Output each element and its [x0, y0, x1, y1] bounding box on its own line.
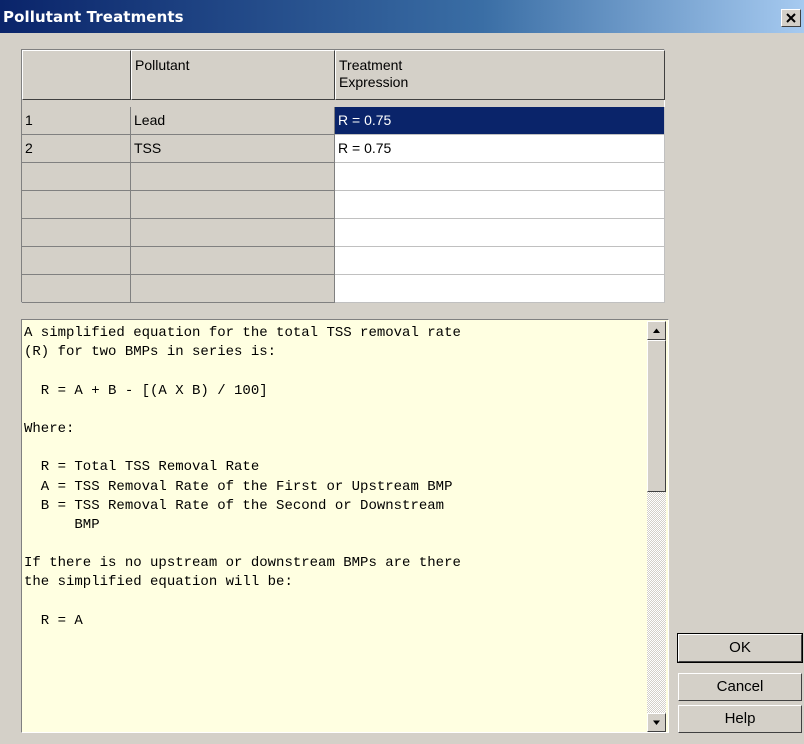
scroll-thumb[interactable] [647, 340, 666, 492]
memo-line: A = TSS Removal Rate of the First or Ups… [24, 478, 453, 495]
memo-line: R = Total TSS Removal Rate [24, 459, 260, 476]
help-button[interactable]: Help [678, 705, 802, 733]
memo-line: BMP [24, 516, 100, 533]
pollutant-treatments-dialog: Pollutant Treatments Pollutant Treatment… [0, 0, 804, 744]
memo-scrollbar[interactable] [647, 321, 666, 732]
memo-line: (R) for two BMPs in series is: [24, 344, 277, 361]
memo-line: B = TSS Removal Rate of the Second or Do… [24, 497, 445, 514]
row-number-cell[interactable] [22, 163, 131, 191]
memo-line [24, 439, 644, 458]
memo-line [24, 401, 644, 420]
close-icon [786, 13, 796, 23]
pollutant-cell[interactable] [131, 219, 335, 247]
pollutant-cell[interactable]: Lead [131, 107, 335, 135]
column-header-pollutant[interactable]: Pollutant [131, 50, 335, 100]
treatment-expression-cell[interactable] [335, 275, 665, 303]
pollutant-cell[interactable] [131, 275, 335, 303]
row-number-cell[interactable] [22, 247, 131, 275]
memo-line: Where: [24, 420, 75, 437]
memo-line [24, 535, 644, 554]
treatment-expression-cell[interactable]: R = 0.75 [335, 107, 665, 135]
cancel-button[interactable]: Cancel [678, 673, 802, 701]
memo-line: R = A [24, 612, 83, 629]
pollutant-cell[interactable]: TSS [131, 135, 335, 163]
memo-line: A simplified equation for the total TSS … [24, 325, 461, 341]
row-number-cell[interactable] [22, 275, 131, 303]
close-button[interactable] [781, 9, 801, 27]
help-memo[interactable]: A simplified equation for the total TSS … [21, 319, 669, 733]
pollutant-cell[interactable] [131, 247, 335, 275]
title-bar[interactable]: Pollutant Treatments [0, 0, 804, 33]
scroll-up-button[interactable] [647, 321, 666, 340]
arrow-up-icon [653, 328, 660, 333]
treatment-expression-cell[interactable] [335, 191, 665, 219]
treatment-grid[interactable]: Pollutant Treatment Expression 1 Lead R = … [21, 49, 665, 303]
memo-line: If there is no upstream or downstream BM… [24, 555, 461, 572]
ok-button[interactable]: OK [677, 633, 803, 663]
grid-corner-header [22, 50, 131, 100]
pollutant-cell[interactable] [131, 163, 335, 191]
memo-line [24, 362, 644, 381]
row-number-cell[interactable]: 1 [22, 107, 131, 135]
treatment-expression-cell[interactable] [335, 163, 665, 191]
arrow-down-icon [653, 720, 660, 725]
memo-line [24, 593, 644, 612]
treatment-expression-cell[interactable] [335, 247, 665, 275]
row-number-cell[interactable]: 2 [22, 135, 131, 163]
column-header-treatment-expression[interactable]: Treatment Expression [335, 50, 665, 100]
memo-line: R = A + B - [(A X B) / 100] [24, 382, 268, 399]
row-number-cell[interactable] [22, 191, 131, 219]
treatment-expression-cell[interactable] [335, 219, 665, 247]
help-memo-text: A simplified equation for the total TSS … [24, 324, 644, 631]
scroll-down-button[interactable] [647, 713, 666, 732]
memo-line: the simplified equation will be: [24, 574, 293, 591]
treatment-expression-cell[interactable]: R = 0.75 [335, 135, 665, 163]
window-title: Pollutant Treatments [3, 8, 184, 26]
pollutant-cell[interactable] [131, 191, 335, 219]
row-number-cell[interactable] [22, 219, 131, 247]
